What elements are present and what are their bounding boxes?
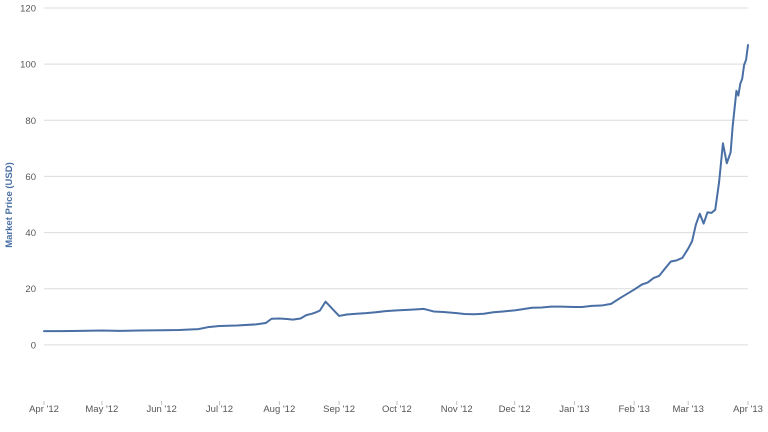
x-tick-label: Mar '13 — [673, 404, 704, 415]
y-tick-label: 60 — [25, 172, 36, 183]
x-tick-label: Dec '12 — [499, 404, 531, 415]
y-tick-label: 0 — [31, 340, 36, 351]
y-tick-label: 100 — [20, 60, 36, 71]
x-axis-ticks: Apr '12 May '12 Jun '12 Jul '12 Aug '12 Sep '… — [29, 401, 763, 415]
x-tick-label: Jun '12 — [146, 404, 176, 415]
x-tick-label: Apr '12 — [29, 404, 59, 415]
y-tick-label: 80 — [25, 116, 36, 127]
x-tick-label: May '12 — [85, 404, 118, 415]
x-tick-label: Aug '12 — [263, 404, 295, 415]
grid — [44, 7, 748, 346]
x-tick-label: Apr '13 — [733, 404, 763, 415]
series-group — [43, 44, 749, 333]
x-tick-label: Sep '12 — [323, 404, 355, 415]
x-tick-label: Jul '12 — [206, 404, 233, 415]
price-chart: 0 20 40 60 80 100 120 Apr '12 May '12 Jun '12 Jul… — [4, 4, 763, 416]
price-series-line — [43, 44, 749, 333]
x-tick-label: Feb '13 — [619, 404, 650, 415]
y-tick-label: 20 — [25, 284, 36, 295]
y-axis-title: Market Price (USD) — [4, 162, 15, 248]
x-tick-label: Jan '13 — [559, 404, 589, 415]
y-axis-ticks: 0 20 40 60 80 100 120 — [20, 4, 36, 352]
x-tick-label: Oct '12 — [382, 404, 412, 415]
x-tick-label: Nov '12 — [441, 404, 473, 415]
y-tick-label: 120 — [20, 4, 36, 15]
y-tick-label: 40 — [25, 228, 36, 239]
